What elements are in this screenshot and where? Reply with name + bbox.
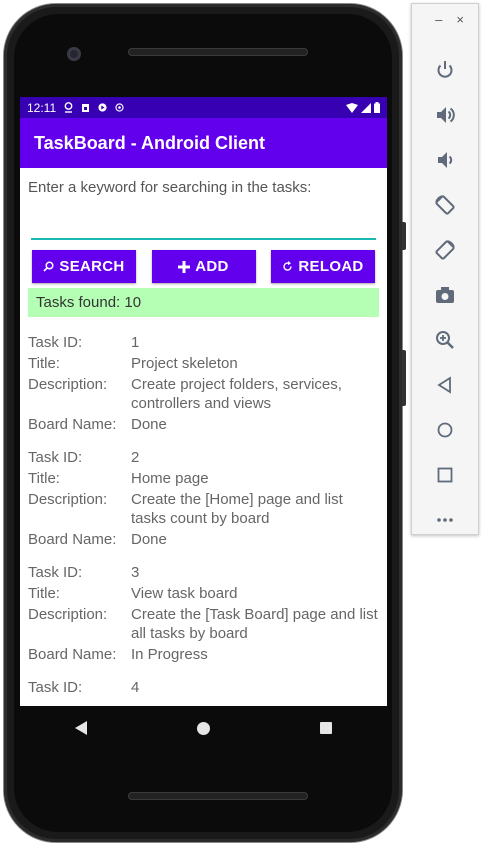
bottom-speaker	[128, 792, 308, 800]
volume-down-icon[interactable]	[425, 137, 465, 182]
task-id-label: Task ID:	[28, 449, 83, 466]
tasks-found-banner: Tasks found: 10	[28, 288, 379, 317]
play-icon	[98, 103, 107, 112]
overview-icon[interactable]	[425, 452, 465, 497]
signal-icon	[361, 102, 371, 113]
camera-icon[interactable]	[425, 272, 465, 317]
task-id-label: Task ID:	[28, 679, 83, 696]
power-icon[interactable]	[425, 47, 465, 92]
task-board-label: Board Name:	[28, 531, 117, 548]
task-board-value: Done	[131, 416, 167, 433]
app-bar: TaskBoard - Android Client	[20, 118, 387, 168]
front-camera	[67, 47, 81, 61]
tasks-found-text: Tasks found: 10	[36, 294, 142, 311]
task-id-value: 2	[131, 449, 140, 466]
side-button-top[interactable]	[402, 222, 406, 250]
task-title-value: Home page	[131, 470, 209, 487]
side-button-volume[interactable]	[402, 350, 406, 406]
add-button[interactable]: ADD	[151, 250, 256, 283]
search-icon	[43, 261, 54, 272]
status-bar: 12:11	[20, 97, 387, 118]
app-screen: 12:11 TaskBoard - Android Client Enter a…	[20, 97, 387, 706]
reload-icon	[283, 261, 293, 271]
task-title-value: Project skeleton	[131, 355, 238, 372]
task-id-label: Task ID:	[28, 564, 83, 581]
task-title-value: View task board	[131, 585, 238, 602]
search-prompt: Enter a keyword for searching in the tas…	[28, 179, 312, 196]
plus-icon	[178, 260, 191, 273]
search-input[interactable]	[31, 210, 376, 240]
main-content: Enter a keyword for searching in the tas…	[20, 179, 387, 697]
status-time: 12:11	[27, 100, 57, 115]
task-board-value: In Progress	[131, 646, 208, 663]
task-title-label: Title:	[28, 470, 60, 487]
home-icon[interactable]	[425, 407, 465, 452]
task-item[interactable]: Task ID: 3 Title: View task board Descript…	[28, 563, 379, 664]
task-board-label: Board Name:	[28, 646, 117, 663]
task-board-label: Board Name:	[28, 416, 117, 433]
zoom-icon[interactable]	[425, 317, 465, 362]
sim-icon	[81, 103, 90, 112]
task-description-label: Description:	[28, 606, 108, 623]
task-id-label: Task ID:	[28, 334, 83, 351]
more-icon[interactable]	[425, 497, 465, 542]
task-id-value: 1	[131, 334, 140, 351]
nav-back-icon[interactable]	[75, 721, 87, 735]
app-title: TaskBoard - Android Client	[34, 132, 266, 153]
task-list: Task ID: 1 Title: Project skeleton Descrip…	[28, 333, 379, 697]
task-item[interactable]: Task ID: 4	[28, 678, 379, 697]
reload-button-label: RELOAD	[298, 258, 364, 275]
task-item[interactable]: Task ID: 2 Title: Home page Description: Cr…	[28, 448, 379, 549]
search-button-label: SEARCH	[59, 258, 125, 275]
search-button[interactable]: SEARCH	[32, 250, 136, 283]
nav-overview-icon[interactable]	[320, 722, 332, 734]
task-description-value: Create the [Home] page and list tasks co…	[131, 491, 343, 527]
back-icon[interactable]	[425, 362, 465, 407]
status-right	[346, 102, 380, 113]
rotate-left-icon[interactable]	[425, 182, 465, 227]
task-id-value: 4	[131, 679, 140, 696]
close-button[interactable]: ×	[456, 12, 464, 27]
system-nav-bar	[20, 706, 387, 750]
minimize-button[interactable]: –	[435, 12, 442, 27]
emulator-toolbar: – ×	[411, 3, 479, 535]
reload-button[interactable]: RELOAD	[271, 250, 375, 283]
task-id-value: 3	[131, 564, 140, 581]
wifi-icon	[346, 102, 358, 113]
task-description-label: Description:	[28, 491, 108, 508]
top-speaker	[128, 48, 308, 56]
task-description-value: Create project folders, services, contro…	[131, 376, 342, 412]
toolbar-actions	[412, 47, 478, 542]
nav-home-icon[interactable]	[197, 721, 210, 735]
add-button-label: ADD	[195, 258, 229, 275]
rotate-right-icon[interactable]	[425, 227, 465, 272]
toolbar-window-controls: – ×	[412, 4, 478, 27]
action-buttons: SEARCH ADD RELOAD	[32, 250, 375, 283]
task-item[interactable]: Task ID: 1 Title: Project skeleton Descrip…	[28, 333, 379, 434]
location-icon	[64, 102, 73, 113]
task-description-value: Create the [Task Board] page and list al…	[131, 606, 378, 642]
task-description-label: Description:	[28, 376, 108, 393]
task-title-label: Title:	[28, 585, 60, 602]
task-title-label: Title:	[28, 355, 60, 372]
task-board-value: Done	[131, 531, 167, 548]
at-icon	[115, 103, 124, 112]
volume-up-icon[interactable]	[425, 92, 465, 137]
battery-icon	[374, 102, 380, 113]
